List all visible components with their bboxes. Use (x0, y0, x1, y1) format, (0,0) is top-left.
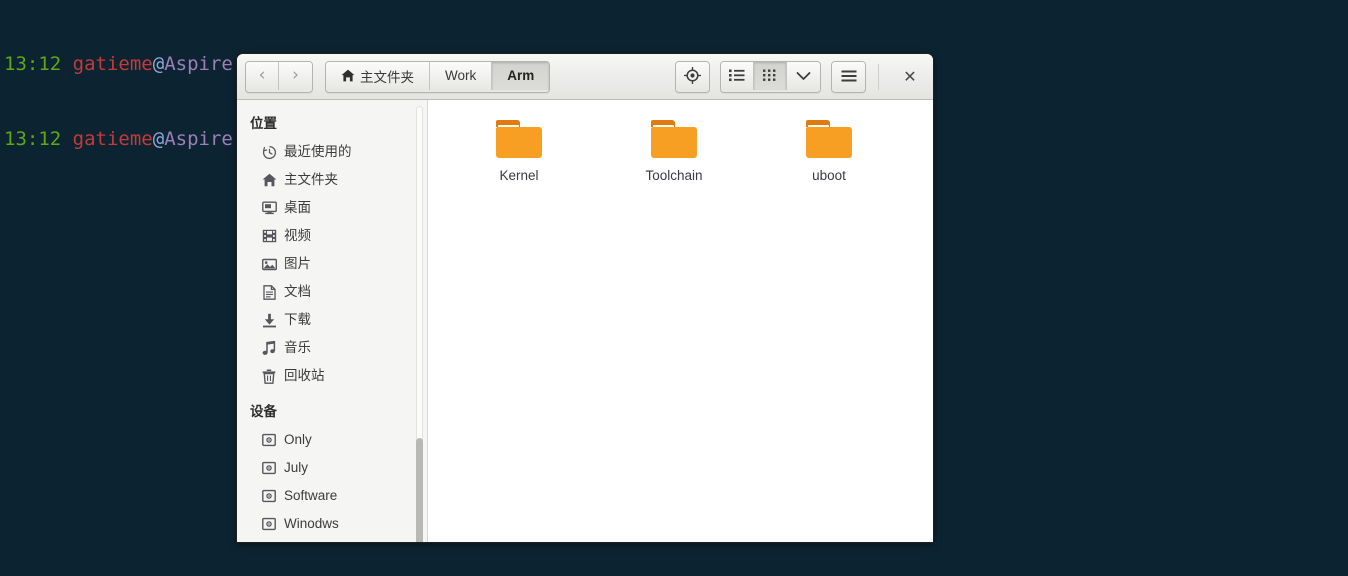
sidebar-item-recent[interactable]: 最近使用的 (237, 138, 427, 166)
document-icon (261, 284, 277, 300)
image-icon (261, 256, 277, 272)
prompt-user: gatieme (72, 128, 153, 150)
window-body: 位置 最近使用的 主文件夹 桌面 视频 图片 文档 下载 音乐 回收站 设备 O… (237, 100, 933, 542)
close-icon[interactable]: ✕ (895, 62, 925, 92)
desktop-icon (261, 200, 277, 216)
list-view-icon[interactable] (721, 61, 754, 90)
home-icon (341, 69, 355, 82)
file-list-view[interactable]: Kernel Toolchain uboot (428, 100, 933, 542)
window-headerbar: ‹ › 主文件夹 Work Arm ✕ (237, 54, 933, 100)
sidebar-item-label: Only (284, 432, 312, 448)
sidebar-item-only[interactable]: Only (237, 426, 427, 454)
chevron-down-icon[interactable] (787, 61, 820, 90)
sidebar-item-label: 下载 (284, 312, 311, 328)
sidebar-item-label: 文档 (284, 284, 311, 300)
file-manager-window: ‹ › 主文件夹 Work Arm ✕ 位置 最近使用的 主文件夹 桌面 视频 … (236, 53, 934, 543)
prompt-time: 13:12 (4, 128, 62, 150)
sidebar-item-videos[interactable]: 视频 (237, 222, 427, 250)
sidebar: 位置 最近使用的 主文件夹 桌面 视频 图片 文档 下载 音乐 回收站 设备 O… (237, 100, 428, 542)
prompt-host: Aspire (164, 128, 233, 150)
prompt-time: 13:12 (4, 53, 62, 75)
hamburger-menu-icon[interactable] (832, 61, 865, 90)
sidebar-item-label: 主文件夹 (284, 172, 338, 188)
sidebar-item-desktop[interactable]: 桌面 (237, 194, 427, 222)
chevron-right-icon: › (292, 65, 299, 85)
prompt-user: gatieme (72, 53, 153, 75)
chevron-left-icon: ‹ (258, 65, 266, 85)
prompt-host: Aspire (164, 53, 233, 75)
file-item[interactable]: Toolchain (613, 118, 735, 184)
sidebar-item-label: 最近使用的 (284, 144, 352, 160)
sidebar-section-places-title: 位置 (250, 116, 277, 131)
toolbar-separator (878, 63, 879, 90)
sidebar-item-label: 回收站 (284, 368, 325, 384)
sidebar-item-label: 图片 (284, 256, 311, 272)
sidebar-item-software[interactable]: Software (237, 482, 427, 510)
folder-body (651, 127, 697, 158)
breadcrumb-label: 主文件夹 (360, 69, 414, 85)
breadcrumb: 主文件夹 Work Arm (325, 60, 551, 93)
sidebar-item-label: 音乐 (284, 340, 311, 356)
file-item-label: Kernel (499, 168, 539, 183)
drive-icon (261, 488, 277, 504)
file-item[interactable]: uboot (768, 118, 890, 184)
view-mode-group (720, 60, 821, 93)
sidebar-item-music[interactable]: 音乐 (237, 334, 427, 362)
sidebar-item-label: 桌面 (284, 200, 311, 216)
sidebar-item-home[interactable]: 主文件夹 (237, 166, 427, 194)
folder-body (806, 127, 852, 158)
sidebar-item-partial[interactable] (237, 538, 427, 542)
drive-icon (261, 516, 277, 532)
file-item-label: Toolchain (645, 168, 703, 183)
folder-icon (806, 120, 852, 158)
sidebar-scrollbar-thumb[interactable] (416, 438, 423, 542)
location-target-icon[interactable] (676, 61, 709, 90)
video-icon (261, 228, 277, 244)
sidebar-item-pictures[interactable]: 图片 (237, 250, 427, 278)
grid-view-icon[interactable] (754, 61, 787, 90)
trash-icon (261, 368, 277, 384)
breadcrumb-item-arm[interactable]: Arm (492, 61, 550, 90)
music-icon (261, 340, 277, 356)
breadcrumb-label: Work (445, 68, 477, 83)
sidebar-section-devices-title: 设备 (250, 404, 277, 419)
drive-icon (261, 432, 277, 448)
clock-icon (261, 144, 277, 160)
toolbar: ✕ (675, 60, 925, 93)
breadcrumb-item-work[interactable]: Work (430, 61, 493, 90)
folder-icon (651, 120, 697, 158)
sidebar-item-label: 视频 (284, 228, 311, 244)
drive-icon (261, 460, 277, 476)
navigation-button-group: ‹ › (245, 60, 313, 93)
menu-button-group (831, 60, 866, 93)
folder-body (496, 127, 542, 158)
file-item[interactable]: Kernel (458, 118, 580, 184)
sidebar-item-winodws[interactable]: Winodws (237, 510, 427, 538)
home-icon (261, 172, 277, 188)
sidebar-item-downloads[interactable]: 下载 (237, 306, 427, 334)
forward-button[interactable]: › (279, 61, 312, 90)
folder-icon (496, 120, 542, 158)
location-button-group (675, 60, 710, 93)
file-item-label: uboot (812, 168, 846, 183)
sidebar-item-july[interactable]: July (237, 454, 427, 482)
prompt-at: @ (152, 53, 165, 75)
prompt-at: @ (152, 128, 165, 150)
breadcrumb-item-home[interactable]: 主文件夹 (326, 61, 430, 90)
sidebar-item-label: July (284, 460, 309, 476)
sidebar-item-trash[interactable]: 回收站 (237, 362, 427, 390)
sidebar-item-label: Software (284, 488, 338, 504)
breadcrumb-label: Arm (507, 68, 535, 83)
sidebar-item-label: Winodws (284, 516, 339, 532)
sidebar-item-documents[interactable]: 文档 (237, 278, 427, 306)
back-button[interactable]: ‹ (246, 61, 279, 90)
download-icon (261, 312, 277, 328)
